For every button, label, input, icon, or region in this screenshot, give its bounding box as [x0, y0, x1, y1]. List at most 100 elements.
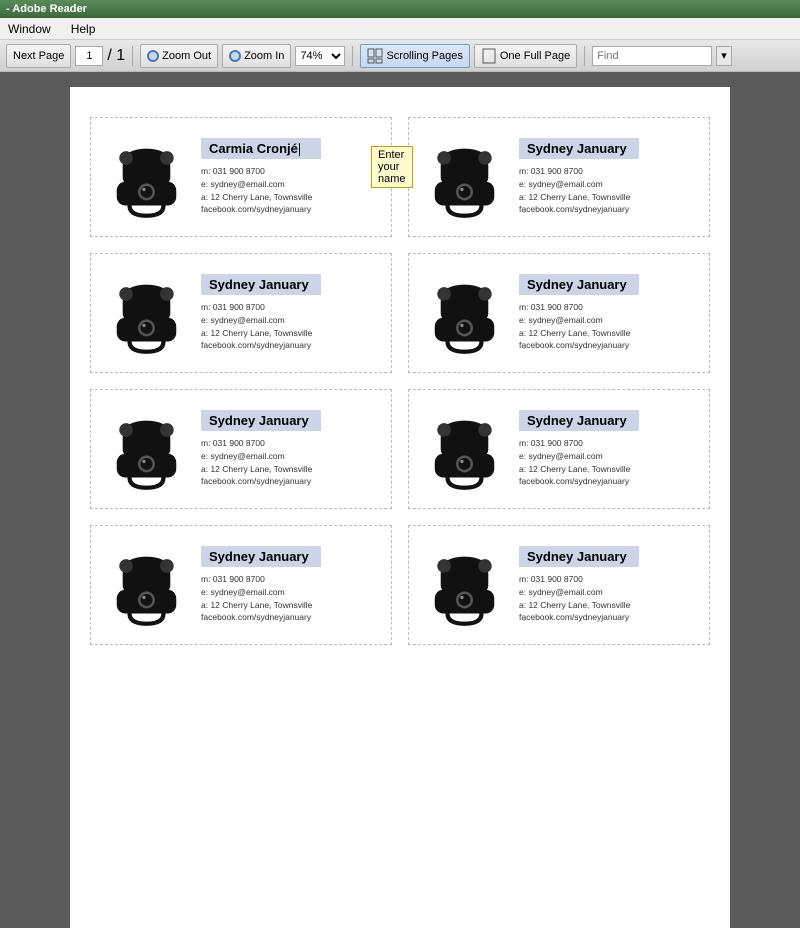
- business-card: Sydney January m: 031 900 8700 e: sydney@…: [90, 525, 392, 645]
- card-email: e: sydney@email.com: [201, 314, 381, 327]
- pdf-page: Carmia Cronjé m: 031 900 8700 e: sydney@e…: [70, 87, 730, 928]
- card-details: m: 031 900 8700 e: sydney@email.com a: 1…: [201, 165, 381, 216]
- card-info: Sydney January m: 031 900 8700 e: sydney@…: [519, 274, 699, 352]
- card-info: Sydney January m: 031 900 8700 e: sydney@…: [519, 410, 699, 488]
- card-address: a: 12 Cherry Lane, Townsville: [201, 191, 381, 204]
- card-name: Sydney January: [201, 546, 321, 567]
- card-address: a: 12 Cherry Lane, Townsville: [519, 327, 699, 340]
- card-facebook: facebook.com/sydneyjanuary: [519, 475, 699, 488]
- card-details: m: 031 900 8700 e: sydney@email.com a: 1…: [519, 165, 699, 216]
- separator-3: [584, 46, 585, 66]
- card-email: e: sydney@email.com: [201, 178, 381, 191]
- card-name[interactable]: Carmia Cronjé: [201, 138, 321, 159]
- card-phone: m: 031 900 8700: [519, 437, 699, 450]
- phone-icon: [101, 132, 191, 222]
- card-email: e: sydney@email.com: [201, 586, 381, 599]
- card-details: m: 031 900 8700 e: sydney@email.com a: 1…: [519, 301, 699, 352]
- title-bar: - Adobe Reader: [0, 0, 800, 18]
- card-name: Sydney January: [201, 274, 321, 295]
- card-details: m: 031 900 8700 e: sydney@email.com a: 1…: [201, 573, 381, 624]
- next-page-button[interactable]: Next Page: [6, 44, 71, 68]
- card-facebook: facebook.com/sydneyjanuary: [201, 611, 381, 624]
- one-full-page-icon: [481, 48, 497, 64]
- card-address: a: 12 Cherry Lane, Townsville: [201, 599, 381, 612]
- card-phone: m: 031 900 8700: [201, 437, 381, 450]
- menu-window[interactable]: Window: [4, 20, 55, 38]
- card-phone: m: 031 900 8700: [201, 301, 381, 314]
- text-cursor: [299, 143, 300, 156]
- card-phone: m: 031 900 8700: [519, 165, 699, 178]
- zoom-out-button[interactable]: Zoom Out: [140, 44, 218, 68]
- card-facebook: facebook.com/sydneyjanuary: [519, 339, 699, 352]
- card-details: m: 031 900 8700 e: sydney@email.com a: 1…: [201, 437, 381, 488]
- card-info: Sydney January m: 031 900 8700 e: sydney@…: [201, 546, 381, 624]
- card-facebook: facebook.com/sydneyjanuary: [201, 339, 381, 352]
- card-address: a: 12 Cherry Lane, Townsville: [201, 327, 381, 340]
- page-separator: / 1: [107, 47, 125, 65]
- card-info: Carmia Cronjé m: 031 900 8700 e: sydney@e…: [201, 138, 381, 216]
- card-facebook: facebook.com/sydneyjanuary: [201, 475, 381, 488]
- card-address: a: 12 Cherry Lane, Townsville: [519, 191, 699, 204]
- menu-help[interactable]: Help: [67, 20, 100, 38]
- card-info: Sydney January m: 031 900 8700 e: sydney@…: [201, 274, 381, 352]
- card-phone: m: 031 900 8700: [201, 573, 381, 586]
- card-email: e: sydney@email.com: [519, 178, 699, 191]
- phone-icon: [101, 404, 191, 494]
- separator-2: [352, 46, 353, 66]
- find-input[interactable]: [592, 46, 712, 66]
- page-number-input[interactable]: [75, 46, 103, 66]
- zoom-in-button[interactable]: Zoom In: [222, 44, 291, 68]
- business-card: Sydney January m: 031 900 8700 e: sydney@…: [408, 389, 710, 509]
- viewer[interactable]: Carmia Cronjé m: 031 900 8700 e: sydney@e…: [0, 72, 800, 928]
- card-address: a: 12 Cherry Lane, Townsville: [519, 463, 699, 476]
- phone-icon: [101, 268, 191, 358]
- card-info: Sydney January m: 031 900 8700 e: sydney@…: [201, 410, 381, 488]
- business-card: Sydney January m: 031 900 8700 e: sydney@…: [90, 389, 392, 509]
- card-address: a: 12 Cherry Lane, Townsville: [201, 463, 381, 476]
- toolbar: Next Page / 1 Zoom Out Zoom In 74% 50% 1…: [0, 40, 800, 72]
- business-card: Carmia Cronjé m: 031 900 8700 e: sydney@e…: [90, 117, 392, 237]
- cards-grid: Carmia Cronjé m: 031 900 8700 e: sydney@e…: [90, 117, 710, 645]
- card-name: Sydney January: [519, 274, 639, 295]
- phone-icon: [419, 268, 509, 358]
- phone-icon: [419, 540, 509, 630]
- card-facebook: facebook.com/sydneyjanuary: [519, 611, 699, 624]
- card-phone: m: 031 900 8700: [519, 573, 699, 586]
- zoom-select[interactable]: 74% 50% 100% 125% 150%: [295, 46, 345, 66]
- card-email: e: sydney@email.com: [519, 314, 699, 327]
- one-full-page-button[interactable]: One Full Page: [474, 44, 577, 68]
- business-card: Sydney January m: 031 900 8700 e: sydney@…: [408, 117, 710, 237]
- business-card: Sydney January m: 031 900 8700 e: sydney@…: [408, 525, 710, 645]
- card-info: Sydney January m: 031 900 8700 e: sydney@…: [519, 546, 699, 624]
- card-facebook: facebook.com/sydneyjanuary: [201, 203, 381, 216]
- card-email: e: sydney@email.com: [201, 450, 381, 463]
- menu-bar: Window Help: [0, 18, 800, 40]
- card-address: a: 12 Cherry Lane, Townsville: [519, 599, 699, 612]
- card-name: Sydney January: [519, 138, 639, 159]
- find-dropdown-button[interactable]: ▾: [716, 46, 732, 66]
- card-phone: m: 031 900 8700: [201, 165, 381, 178]
- scrolling-pages-button[interactable]: Scrolling Pages: [360, 44, 469, 68]
- card-facebook: facebook.com/sydneyjanuary: [519, 203, 699, 216]
- card-name: Sydney January: [519, 546, 639, 567]
- phone-icon: [101, 540, 191, 630]
- phone-icon: [419, 132, 509, 222]
- phone-icon: [419, 404, 509, 494]
- card-phone: m: 031 900 8700: [519, 301, 699, 314]
- business-card: Sydney January m: 031 900 8700 e: sydney@…: [408, 253, 710, 373]
- zoom-in-icon: [229, 50, 241, 62]
- zoom-out-icon: [147, 50, 159, 62]
- card-email: e: sydney@email.com: [519, 450, 699, 463]
- app-title: - Adobe Reader: [6, 3, 87, 15]
- card-name: Sydney January: [519, 410, 639, 431]
- card-details: m: 031 900 8700 e: sydney@email.com a: 1…: [519, 437, 699, 488]
- card-name: Sydney January: [201, 410, 321, 431]
- card-details: m: 031 900 8700 e: sydney@email.com a: 1…: [519, 573, 699, 624]
- card-details: m: 031 900 8700 e: sydney@email.com a: 1…: [201, 301, 381, 352]
- business-card: Sydney January m: 031 900 8700 e: sydney@…: [90, 253, 392, 373]
- scrolling-pages-icon: [367, 48, 383, 64]
- separator-1: [132, 46, 133, 66]
- card-email: e: sydney@email.com: [519, 586, 699, 599]
- card-info: Sydney January m: 031 900 8700 e: sydney@…: [519, 138, 699, 216]
- tooltip: Enter your name: [371, 146, 413, 188]
